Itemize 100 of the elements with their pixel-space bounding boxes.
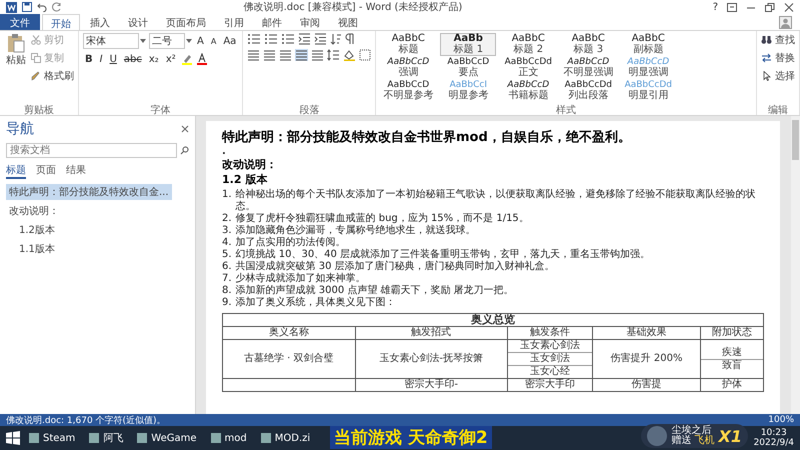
nav-tab[interactable]: 结果 xyxy=(66,163,86,179)
taskbar-item[interactable]: WeGame xyxy=(132,430,202,446)
scrollbar[interactable] xyxy=(791,116,800,414)
gift-action: 赠送 xyxy=(671,435,692,446)
section-heading: 1.2 版本 xyxy=(222,172,268,187)
redo-icon[interactable] xyxy=(52,2,62,12)
format-button[interactable]: x² xyxy=(164,54,178,64)
ribbon-tab[interactable]: 引用 xyxy=(216,14,252,30)
font-name-dropdown[interactable]: 宋体 xyxy=(83,33,139,49)
group-label: 字体 xyxy=(150,104,172,115)
close-icon[interactable] xyxy=(181,125,189,133)
heading-item[interactable]: 1.1版本 xyxy=(16,241,58,257)
find-button[interactable]: 查找 xyxy=(775,33,795,47)
align-icon[interactable] xyxy=(263,49,276,61)
font-size-dropdown[interactable]: 二号 xyxy=(149,33,185,49)
grow-font-button[interactable]: A xyxy=(195,36,206,46)
align-icon[interactable] xyxy=(311,49,324,61)
style-item[interactable]: AaBbCcDd 正文 xyxy=(500,56,556,79)
close-icon[interactable] xyxy=(784,2,794,12)
style-item[interactable]: AaBbCcD 强调 xyxy=(380,56,436,79)
list-item-text: 添加新的声望成就 3000 点声望 雄霸天下，奖励 屠龙刀一把。 xyxy=(236,285,514,296)
style-item[interactable]: AaBbCcD 要点 xyxy=(440,56,496,79)
taskbar-item[interactable]: MOD.zi xyxy=(256,430,316,446)
windows-logo-icon[interactable] xyxy=(6,431,20,445)
indent-icon[interactable] xyxy=(314,33,328,45)
style-item[interactable]: AaBbC 标题 2 xyxy=(500,33,556,56)
style-item[interactable]: AaBb 标题 1 xyxy=(440,33,496,56)
caret-icon[interactable] xyxy=(140,39,146,43)
format-painter-button[interactable]: 格式刷 xyxy=(44,69,74,83)
list-icon[interactable] xyxy=(281,33,296,45)
format-button[interactable]: B xyxy=(83,54,95,64)
replace-button[interactable]: 替换 xyxy=(775,51,795,65)
select-button[interactable]: 选择 xyxy=(775,69,795,83)
pilcrow-icon[interactable] xyxy=(345,33,356,45)
borders-icon[interactable] xyxy=(359,49,372,61)
list-number: 8. xyxy=(222,285,232,297)
search-icon[interactable] xyxy=(180,146,189,155)
ribbon-tab[interactable]: 插入 xyxy=(82,14,118,30)
ribbon-tab[interactable]: 邮件 xyxy=(254,14,290,30)
shrink-font-button[interactable]: A xyxy=(208,36,218,46)
list-item-text: 添加了奥义系统，具体奥义见下图： xyxy=(236,297,396,309)
style-item[interactable]: AaBbCcD 不明显参考 xyxy=(380,79,436,102)
style-item[interactable]: AaBbCcDd 列出段落 xyxy=(560,79,616,102)
undo-icon[interactable] xyxy=(37,2,47,12)
style-item[interactable]: AaBbC 标题 xyxy=(380,33,436,56)
ribbon-display-icon[interactable] xyxy=(727,2,737,12)
list-icon[interactable] xyxy=(264,33,278,45)
style-item[interactable]: AaBbC 副标题 xyxy=(620,33,676,56)
format-button[interactable]: x₂ xyxy=(146,54,161,64)
nav-tab[interactable]: 标题 xyxy=(6,163,26,179)
ribbon-tab[interactable]: 设计 xyxy=(120,14,156,30)
paste-button[interactable]: 粘贴 xyxy=(4,33,28,103)
save-icon[interactable] xyxy=(22,2,32,12)
ribbon-tab[interactable]: 审阅 xyxy=(292,14,328,30)
list-icon[interactable] xyxy=(247,33,262,45)
style-item[interactable]: AaBbC 标题 3 xyxy=(560,33,616,56)
search-field[interactable]: 搜索文档 xyxy=(6,143,177,158)
shading-icon[interactable] xyxy=(343,49,356,61)
column-header: 奥义名称 xyxy=(222,326,356,340)
user-avatar-icon[interactable] xyxy=(779,16,792,28)
restore-icon[interactable] xyxy=(765,2,775,12)
nav-tab[interactable]: 页面 xyxy=(36,163,56,179)
taskbar-item[interactable]: mod xyxy=(206,430,252,446)
format-button[interactable]: abc xyxy=(122,54,144,64)
table-cell: 伤害提升 200% xyxy=(592,340,700,378)
avatar-icon xyxy=(647,426,668,446)
align-icon[interactable] xyxy=(279,49,292,61)
gift-count: X1 xyxy=(718,426,742,446)
font-color-icon[interactable] xyxy=(196,53,208,65)
line-spacing-icon[interactable] xyxy=(327,49,340,61)
style-item[interactable]: AaBbCcI 明显参考 xyxy=(440,79,496,102)
format-button[interactable]: U xyxy=(108,54,119,64)
gift-user: 尘埃之后 xyxy=(671,426,712,436)
taskbar-item[interactable]: Steam xyxy=(24,430,80,446)
style-item[interactable]: AaBbCcD 不明显强调 xyxy=(560,56,616,79)
caret-icon[interactable] xyxy=(186,39,192,43)
style-item[interactable]: AaBbCcD 书籍标题 xyxy=(500,79,556,102)
sort-icon[interactable] xyxy=(330,33,342,45)
align-icon[interactable] xyxy=(247,49,260,61)
ribbon-tab[interactable]: 页面布局 xyxy=(158,14,214,30)
replace-icon xyxy=(761,53,772,63)
format-button[interactable]: I xyxy=(98,54,105,64)
taskbar-item[interactable]: 阿飞 xyxy=(84,429,128,447)
help-button[interactable]: ? xyxy=(712,2,718,12)
file-tab[interactable]: 文件 xyxy=(0,14,40,30)
heading-item[interactable]: 改动说明： xyxy=(6,203,62,219)
indent-icon[interactable] xyxy=(298,33,312,45)
table-cell: 伤害提 xyxy=(592,378,700,392)
ribbon-tab[interactable]: 视图 xyxy=(330,14,366,30)
heading-item[interactable]: 特此声明：部分技能及特效改自金... xyxy=(6,184,172,200)
style-item[interactable]: AaBbCcDd 明显引用 xyxy=(620,79,676,102)
change-case-button[interactable]: Aa xyxy=(221,36,238,46)
list-item-text: 少林寺成就添加了如来神掌。 xyxy=(236,273,366,284)
ribbon-tab[interactable]: 开始 xyxy=(42,14,80,30)
style-item[interactable]: AaBbCcD 明显强调 xyxy=(620,56,676,79)
align-icon[interactable] xyxy=(295,49,308,61)
table-cell: 玉女素心剑法 xyxy=(508,340,592,353)
heading-item[interactable]: 1.2版本 xyxy=(16,222,58,238)
table-cell-text: 致盲 xyxy=(720,360,743,372)
list-item-text: 添加隐藏角色沙漏哥，专属称号绝地求生，就送我球。 xyxy=(236,225,476,236)
